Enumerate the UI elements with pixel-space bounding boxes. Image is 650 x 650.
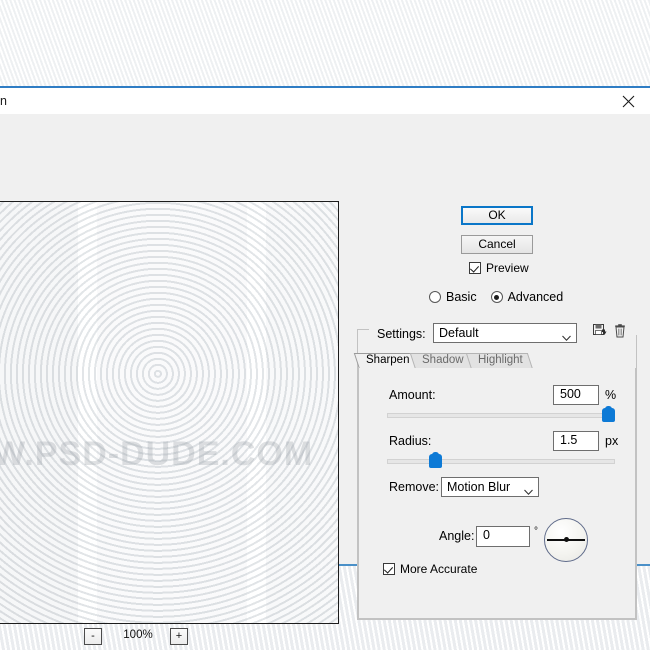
angle-dial-hub bbox=[564, 537, 569, 542]
delete-preset-icon[interactable] bbox=[613, 324, 627, 341]
tab-shadow-label: Shadow bbox=[422, 354, 464, 366]
preview-image: WWW.PSD-DUDE.COM bbox=[0, 202, 338, 623]
more-accurate-checkbox[interactable]: More Accurate bbox=[383, 562, 477, 576]
settings-dropdown[interactable]: Default bbox=[433, 323, 577, 343]
radius-slider-thumb[interactable] bbox=[429, 452, 442, 468]
tab-sharpen[interactable]: Sharpen bbox=[353, 353, 417, 369]
radius-label: Radius: bbox=[389, 434, 432, 448]
cancel-button[interactable]: Cancel bbox=[461, 235, 533, 254]
amount-slider-thumb[interactable] bbox=[602, 406, 615, 422]
remove-label: Remove: bbox=[389, 480, 440, 494]
radius-unit: px bbox=[605, 434, 619, 448]
radio-basic-label: Basic bbox=[446, 290, 477, 304]
radius-input[interactable]: 1.5 bbox=[553, 431, 599, 451]
tab-shadow[interactable]: Shadow bbox=[409, 353, 473, 369]
preview-zoom-controls: - 100% + bbox=[84, 628, 204, 650]
chevron-down-icon bbox=[562, 330, 571, 341]
zoom-level-label: 100% bbox=[123, 629, 153, 641]
radio-basic[interactable]: Basic bbox=[429, 290, 477, 304]
amount-slider[interactable] bbox=[387, 406, 615, 422]
dialog-title: en bbox=[0, 94, 7, 108]
radio-icon-basic bbox=[429, 291, 441, 303]
radio-advanced[interactable]: Advanced bbox=[490, 290, 564, 304]
preview-image-bands bbox=[0, 202, 338, 623]
angle-dial[interactable] bbox=[544, 518, 588, 562]
zoom-in-button[interactable]: + bbox=[170, 628, 188, 645]
checkbox-icon-more-accurate bbox=[383, 563, 395, 575]
tab-highlight-label: Highlight bbox=[478, 354, 523, 366]
tab-highlight[interactable]: Highlight bbox=[465, 353, 533, 369]
save-preset-icon[interactable] bbox=[593, 324, 607, 341]
mode-radio-group: Basic Advanced bbox=[429, 290, 563, 304]
ok-button[interactable]: OK bbox=[461, 206, 533, 225]
zoom-out-button[interactable]: - bbox=[84, 628, 102, 645]
settings-dropdown-value: Default bbox=[439, 326, 479, 340]
preview-checkbox-label: Preview bbox=[486, 261, 529, 275]
remove-dropdown[interactable]: Motion Blur bbox=[441, 477, 539, 497]
angle-unit: ° bbox=[534, 526, 538, 537]
angle-label: Angle: bbox=[439, 529, 475, 543]
remove-dropdown-value: Motion Blur bbox=[447, 480, 511, 494]
close-icon[interactable] bbox=[609, 88, 647, 114]
radio-advanced-label: Advanced bbox=[507, 290, 564, 304]
radius-slider[interactable] bbox=[387, 452, 615, 468]
desktop-background-top bbox=[0, 0, 650, 86]
checkbox-icon bbox=[469, 262, 481, 274]
angle-input[interactable]: 0 bbox=[476, 526, 530, 547]
settings-label: Settings: bbox=[377, 327, 426, 341]
amount-unit: % bbox=[605, 388, 617, 402]
sharpen-tabs: Sharpen Shadow Highlight bbox=[353, 353, 636, 369]
amount-label: Amount: bbox=[389, 388, 436, 402]
chevron-down-icon-remove bbox=[524, 484, 533, 495]
amount-slider-track bbox=[387, 413, 615, 418]
screen: en WWW.PSD-DUDE.COM - 100% + OK Cancel bbox=[0, 0, 650, 650]
smart-sharpen-dialog: en WWW.PSD-DUDE.COM - 100% + OK Cancel bbox=[0, 86, 650, 645]
amount-input[interactable]: 500 bbox=[553, 385, 599, 405]
radio-icon-advanced bbox=[490, 291, 503, 303]
image-preview-pane[interactable]: WWW.PSD-DUDE.COM bbox=[0, 201, 339, 624]
dialog-titlebar: en bbox=[0, 88, 650, 114]
preview-checkbox[interactable]: Preview bbox=[469, 261, 529, 275]
more-accurate-label: More Accurate bbox=[400, 562, 478, 576]
radius-slider-track bbox=[387, 459, 615, 464]
tab-sharpen-label: Sharpen bbox=[366, 354, 410, 366]
